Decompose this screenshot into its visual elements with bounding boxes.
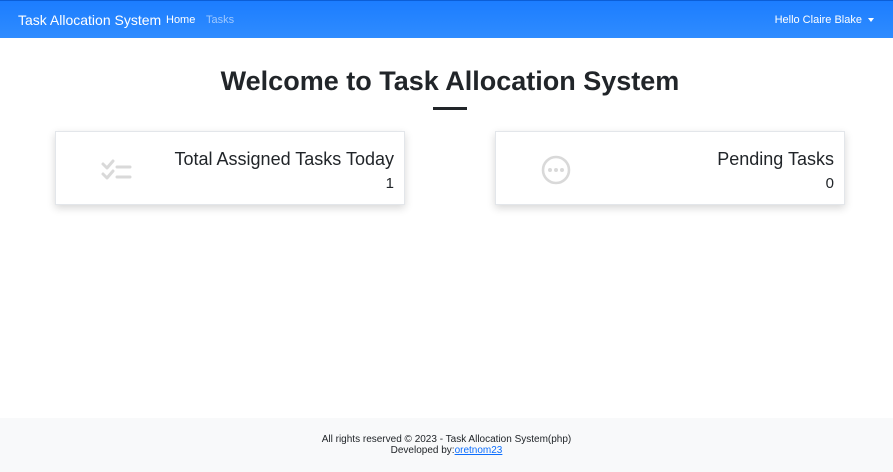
nav-link-tasks[interactable]: Tasks (206, 14, 234, 26)
copyright-text: All rights reserved © 2023 - Task Alloca… (321, 434, 572, 445)
checklist-icon (98, 152, 134, 188)
developed-by-label: Developed by: (390, 445, 455, 456)
pending-tasks-card: Pending Tasks 0 (495, 131, 845, 205)
caret-down-icon (868, 18, 874, 22)
page-footer: All rights reserved © 2023 - Task Alloca… (0, 418, 893, 472)
title-underline (433, 107, 467, 110)
developer-credit: Developed by:oretnom23 (0, 445, 893, 456)
pending-icon (538, 152, 574, 188)
user-greeting: Hello Claire Blake (774, 14, 862, 26)
user-dropdown[interactable]: Hello Claire Blake (775, 14, 874, 26)
brand-link[interactable]: Task Allocation System (18, 12, 161, 28)
card-title: Pending Tasks (717, 149, 834, 169)
card-value: 0 (825, 175, 834, 192)
page-title: Welcome to Task Allocation System (220, 66, 680, 96)
total-assigned-card: Total Assigned Tasks Today 1 (55, 131, 405, 205)
top-navbar: Task Allocation System Home Tasks Hello … (0, 0, 893, 38)
card-title: Total Assigned Tasks Today (174, 149, 394, 169)
card-value: 1 (385, 175, 394, 192)
nav-link-home[interactable]: Home (166, 14, 195, 26)
developer-link[interactable]: oretnom23 (455, 445, 503, 456)
